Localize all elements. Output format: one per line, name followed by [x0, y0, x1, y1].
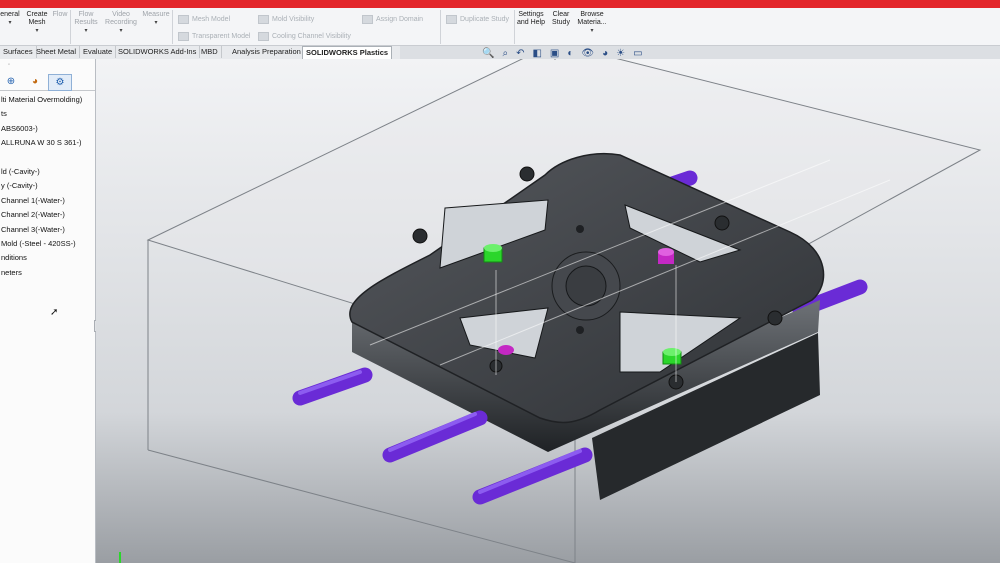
- graphics-viewport[interactable]: [96, 59, 1000, 563]
- transparent-model-button[interactable]: Transparent Model: [178, 32, 251, 41]
- tab-sheet-metal[interactable]: Sheet Metal: [33, 46, 81, 58]
- flow-results-button[interactable]: Flow Results ▾: [74, 11, 98, 35]
- mesh-model-button[interactable]: Mesh Model: [178, 15, 230, 24]
- cooling-channel-visibility-button[interactable]: Cooling Channel Visibility: [258, 32, 351, 41]
- previous-view-icon[interactable]: ↶: [516, 48, 524, 62]
- mesh-model-icon: [178, 15, 189, 24]
- tab-solidworks-plastics[interactable]: SOLIDWORKS Plastics: [302, 46, 393, 59]
- tab-analysis-preparation[interactable]: Analysis Preparation: [229, 46, 305, 58]
- duplicate-study-button[interactable]: Duplicate Study: [446, 15, 509, 24]
- ribbon-separator: [172, 10, 173, 44]
- view-settings-icon[interactable]: ▭: [633, 48, 642, 62]
- feature-manager-panel: ◦ ⊕ ◕ ⚙ lti Material Overmolding) ts ABS…: [0, 59, 96, 563]
- tree-item-study[interactable]: lti Material Overmolding): [0, 93, 95, 107]
- tab-mbd[interactable]: MBD: [198, 46, 222, 58]
- assign-domain-button[interactable]: Assign Domain: [362, 15, 423, 24]
- chevron-down-icon: ▾: [8, 20, 12, 26]
- flow-results-label: Flow Results: [74, 11, 98, 26]
- tab-solidworks-add-ins[interactable]: SOLIDWORKS Add-Ins: [115, 46, 201, 58]
- create-mesh-label: Create Mesh: [26, 11, 48, 26]
- flow-label: Flow: [52, 11, 68, 18]
- clear-study-label: Clear Study: [552, 11, 570, 26]
- panel-tabs: ⊕ ◕ ⚙: [0, 73, 95, 91]
- duplicate-study-label: Duplicate Study: [460, 16, 510, 23]
- flow-button[interactable]: Flow: [52, 11, 68, 19]
- view-orientation-icon[interactable]: ▣: [550, 48, 559, 62]
- clear-study-button[interactable]: Clear Study: [550, 11, 572, 27]
- zoom-to-area-icon[interactable]: ⌕: [502, 48, 508, 62]
- tree-item-parts[interactable]: ts: [0, 107, 95, 121]
- measure-label: Measure: [142, 11, 170, 18]
- plastics-study-tree: lti Material Overmolding) ts ABS6003-) A…: [0, 93, 95, 280]
- tree-item-cooling-channel-1[interactable]: Channel 1(-Water-): [0, 194, 95, 208]
- general-button[interactable]: eneral ▾: [0, 11, 22, 27]
- model-view: [96, 59, 1000, 563]
- tree-item-mold[interactable]: Mold (-Steel - 420SS-): [0, 237, 95, 251]
- commandmanager-tabs: Surfaces Sheet Metal Evaluate SOLIDWORKS…: [0, 46, 400, 59]
- assign-domain-label: Assign Domain: [376, 16, 424, 23]
- heads-up-view-toolbar: 🔍 ⌕ ↶ ◧ ▣ ◐ 👁 ◕ ☀ ▭: [482, 48, 643, 62]
- cooling-channel-visibility-label: Cooling Channel Visibility: [272, 33, 351, 40]
- mouse-cursor-icon: ➚: [50, 307, 59, 318]
- chevron-down-icon: ▾: [84, 28, 88, 34]
- tab-evaluate[interactable]: Evaluate: [80, 46, 117, 58]
- transparent-model-icon: [178, 32, 189, 41]
- duplicate-study-icon: [446, 15, 457, 24]
- chevron-down-icon: ▾: [154, 20, 158, 26]
- appearance-tab-icon[interactable]: ◕: [24, 74, 46, 89]
- tree-item-boundary-conditions[interactable]: nditions: [0, 251, 95, 265]
- panel-pin-icon[interactable]: ◦: [8, 62, 10, 68]
- mesh-model-label: Mesh Model: [192, 16, 231, 23]
- create-mesh-button[interactable]: Create Mesh ▾: [24, 11, 50, 35]
- ribbon-separator: [514, 10, 515, 44]
- section-view-icon[interactable]: ◧: [532, 48, 541, 62]
- chevron-down-icon: ▾: [35, 28, 39, 34]
- tree-item-parameters[interactable]: neters: [0, 266, 95, 280]
- chevron-down-icon: ▾: [590, 28, 594, 34]
- mold-visibility-label: Mold Visibility: [272, 16, 315, 23]
- plastics-manager-tab-icon[interactable]: ⚙: [48, 74, 72, 91]
- tree-item-cavity-2[interactable]: y (-Cavity-): [0, 179, 95, 193]
- tab-surfaces[interactable]: Surfaces: [0, 46, 37, 58]
- tree-item-material-1[interactable]: ABS6003-): [0, 122, 95, 136]
- video-recording-label: Video Recording: [105, 11, 137, 26]
- window-accent-bar: [0, 0, 1000, 8]
- transparent-model-label: Transparent Model: [192, 33, 251, 40]
- ribbon-separator: [440, 10, 441, 44]
- measure-button[interactable]: Measure ▾: [142, 11, 170, 27]
- tree-item-cavity-1[interactable]: ld (-Cavity-): [0, 165, 95, 179]
- mold-visibility-icon: [258, 15, 269, 24]
- property-manager-tab-icon[interactable]: ⊕: [0, 74, 22, 89]
- tree-item-cooling-channel-2[interactable]: Channel 2(-Water-): [0, 208, 95, 222]
- tree-item-cooling-channel-3[interactable]: Channel 3(-Water-): [0, 223, 95, 237]
- display-style-icon[interactable]: ◐: [567, 48, 573, 62]
- settings-help-label: Settings and Help: [516, 11, 546, 26]
- apply-scene-icon[interactable]: ☀: [616, 48, 625, 62]
- video-recording-button[interactable]: Video Recording ▾: [104, 11, 138, 35]
- browse-material-label: Browse Materia...: [577, 11, 607, 26]
- browse-material-button[interactable]: Browse Materia... ▾: [576, 11, 608, 35]
- tree-item-material-2[interactable]: ALLRUNA W 30 S 361-): [0, 136, 95, 150]
- tree-item-spacer: [0, 151, 95, 165]
- cooling-channel-icon: [258, 32, 269, 41]
- settings-help-button[interactable]: Settings and Help: [516, 11, 546, 27]
- chevron-down-icon: ▾: [119, 28, 123, 34]
- commandmanager-ribbon: eneral ▾ Create Mesh ▾ Flow Flow Results…: [0, 8, 1000, 46]
- general-label: eneral: [0, 11, 20, 18]
- ribbon-separator: [70, 10, 71, 44]
- mold-visibility-button[interactable]: Mold Visibility: [258, 15, 314, 24]
- hide-show-items-icon[interactable]: 👁: [581, 48, 594, 62]
- zoom-to-fit-icon[interactable]: 🔍: [482, 48, 494, 62]
- edit-appearance-icon[interactable]: ◕: [602, 48, 608, 62]
- assign-domain-icon: [362, 15, 373, 24]
